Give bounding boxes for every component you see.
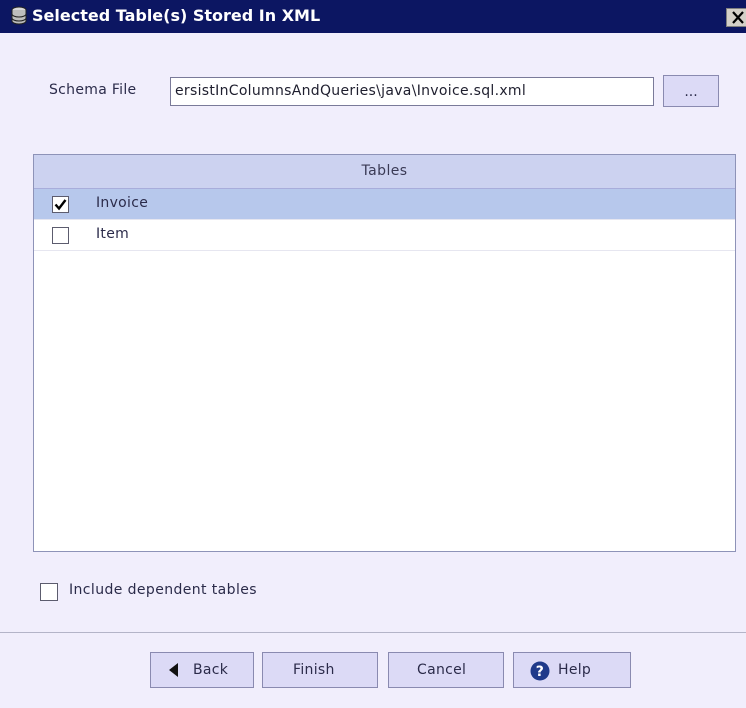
table-row-invoice[interactable]: Invoice	[34, 189, 735, 220]
footer-divider	[0, 632, 746, 633]
help-label: Help	[558, 662, 592, 678]
tables-header: Tables	[34, 155, 735, 189]
finish-label: Finish	[293, 662, 335, 678]
schema-file-input[interactable]: ersistInColumnsAndQueries\java\Invoice.s…	[170, 77, 654, 106]
title-bar: Selected Table(s) Stored In XML	[0, 0, 746, 33]
svg-text:?: ?	[536, 664, 544, 680]
back-arrow-icon	[169, 663, 178, 677]
schema-file-label: Schema File	[49, 82, 137, 98]
finish-button[interactable]: Finish	[262, 652, 378, 688]
item-checkbox[interactable]	[52, 227, 69, 244]
browse-button[interactable]: ...	[663, 75, 719, 107]
help-icon: ?	[530, 661, 550, 681]
database-icon	[11, 6, 27, 25]
table-row-label: Item	[96, 226, 130, 242]
tables-panel: Tables Invoice Item	[33, 154, 736, 552]
cancel-label: Cancel	[417, 662, 467, 678]
close-button[interactable]	[726, 8, 746, 27]
close-icon	[732, 11, 744, 24]
help-button[interactable]: ? Help	[513, 652, 631, 688]
include-dependent-label: Include dependent tables	[69, 582, 257, 598]
invoice-checkbox[interactable]	[52, 196, 69, 213]
table-row-item[interactable]: Item	[34, 220, 735, 251]
include-dependent-checkbox[interactable]	[40, 583, 58, 601]
back-label: Back	[193, 662, 229, 678]
table-row-label: Invoice	[96, 195, 149, 211]
window-title: Selected Table(s) Stored In XML	[32, 6, 321, 25]
checkmark-icon	[54, 199, 67, 211]
back-button[interactable]: Back	[150, 652, 254, 688]
cancel-button[interactable]: Cancel	[388, 652, 504, 688]
